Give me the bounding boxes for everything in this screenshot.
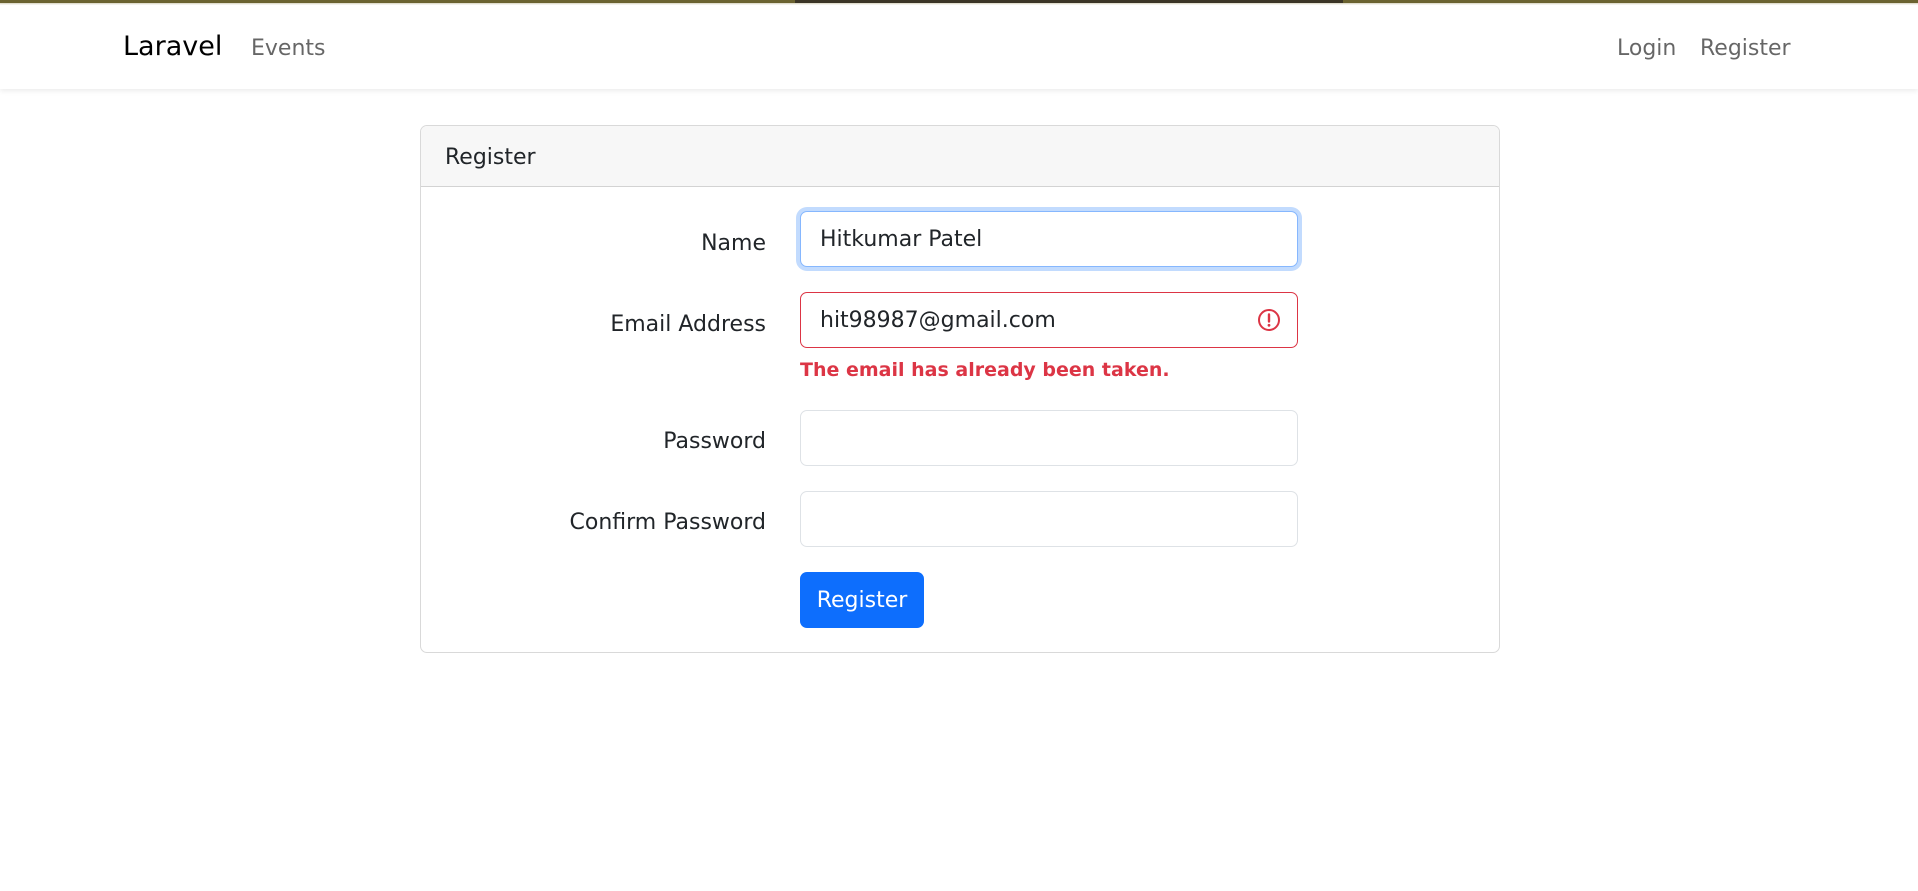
navbar: Laravel Events Login Register bbox=[0, 5, 1918, 89]
password-input[interactable] bbox=[800, 410, 1298, 466]
confirm-password-label: Confirm Password bbox=[569, 510, 766, 535]
invalid-icon bbox=[1258, 309, 1280, 331]
email-input[interactable] bbox=[800, 292, 1298, 348]
nav-link-login[interactable]: Login bbox=[1617, 36, 1676, 61]
email-error-message: The email has already been taken. bbox=[800, 359, 1170, 381]
register-button[interactable]: Register bbox=[800, 572, 924, 628]
navbar-brand[interactable]: Laravel bbox=[123, 31, 222, 62]
name-label: Name bbox=[701, 231, 766, 256]
name-input[interactable] bbox=[800, 211, 1298, 267]
password-label: Password bbox=[663, 429, 766, 454]
browser-top-strip-highlight bbox=[795, 0, 1343, 3]
nav-link-register[interactable]: Register bbox=[1700, 36, 1791, 61]
confirm-password-input[interactable] bbox=[800, 491, 1298, 547]
card-title: Register bbox=[445, 145, 536, 170]
card-header: Register bbox=[421, 126, 1499, 187]
register-card: Register Name Email Address The email ha… bbox=[420, 125, 1500, 653]
email-label: Email Address bbox=[610, 312, 766, 337]
nav-link-events[interactable]: Events bbox=[251, 36, 326, 61]
